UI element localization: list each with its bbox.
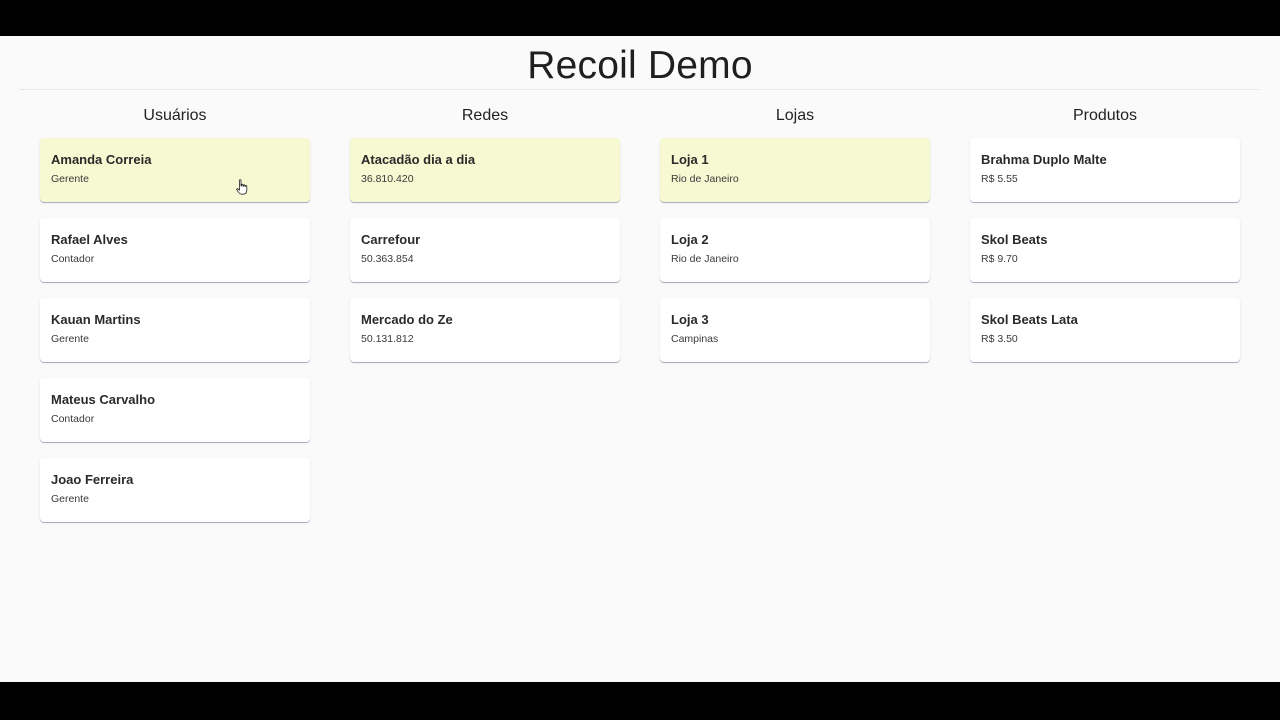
user-card[interactable]: Kauan Martins Gerente (40, 298, 310, 362)
card-title: Skol Beats Lata (981, 312, 1078, 327)
column-lojas: Lojas Loja 1 Rio de Janeiro Loja 2 Rio d… (640, 102, 950, 522)
title-divider (20, 89, 1260, 90)
card-subtitle: Gerente (51, 333, 89, 345)
product-card[interactable]: Brahma Duplo Malte R$ 5.55 (970, 138, 1240, 202)
bottom-letterbox (0, 682, 1280, 720)
product-card[interactable]: Skol Beats Lata R$ 3.50 (970, 298, 1240, 362)
store-card[interactable]: Loja 2 Rio de Janeiro (660, 218, 930, 282)
card-subtitle: Contador (51, 413, 95, 425)
card-subtitle: Rio de Janeiro (671, 173, 739, 185)
card-subtitle: 50.363.854 (361, 253, 414, 265)
card-subtitle: Rio de Janeiro (671, 253, 739, 265)
user-card[interactable]: Amanda Correia Gerente (40, 138, 310, 202)
card-subtitle: R$ 3.50 (981, 333, 1018, 345)
card-title: Carrefour (361, 232, 421, 247)
network-card[interactable]: Atacadão dia a dia 36.810.420 (350, 138, 620, 202)
column-usuarios: Usuários Amanda Correia Gerente Rafael A… (20, 102, 330, 522)
store-card[interactable]: Loja 1 Rio de Janeiro (660, 138, 930, 202)
card-title: Loja 1 (671, 152, 709, 167)
card-title: Mateus Carvalho (51, 392, 156, 407)
card-title: Rafael Alves (51, 232, 128, 247)
page-title: Recoil Demo (527, 44, 753, 87)
column-title: Produtos (1072, 107, 1138, 124)
product-card[interactable]: Skol Beats R$ 9.70 (970, 218, 1240, 282)
column-title: Lojas (775, 107, 815, 124)
user-card[interactable]: Mateus Carvalho Contador (40, 378, 310, 442)
user-card[interactable]: Joao Ferreira Gerente (40, 458, 310, 522)
card-list: Brahma Duplo Malte R$ 5.55 Skol Beats R$… (970, 138, 1240, 362)
card-subtitle: 50.131.812 (361, 333, 414, 345)
card-subtitle: Contador (51, 253, 95, 265)
hand-pointer-icon (236, 179, 248, 195)
column-title: Usuários (143, 107, 207, 124)
card-title: Atacadão dia a dia (361, 152, 476, 167)
columns-container: Usuários Amanda Correia Gerente Rafael A… (20, 102, 1260, 522)
card-title: Loja 2 (671, 232, 709, 247)
column-produtos: Produtos Brahma Duplo Malte R$ 5.55 Skol… (950, 102, 1260, 522)
card-subtitle: Gerente (51, 493, 89, 505)
column-title: Redes (461, 107, 509, 124)
top-letterbox (0, 0, 1280, 36)
card-list: Loja 1 Rio de Janeiro Loja 2 Rio de Jane… (660, 138, 930, 362)
card-subtitle: R$ 5.55 (981, 173, 1018, 185)
card-title: Mercado do Ze (361, 312, 453, 327)
card-list: Atacadão dia a dia 36.810.420 Carrefour … (350, 138, 620, 362)
store-card[interactable]: Loja 3 Campinas (660, 298, 930, 362)
card-title: Skol Beats (981, 232, 1048, 247)
card-subtitle: Gerente (51, 173, 89, 185)
network-card[interactable]: Mercado do Ze 50.131.812 (350, 298, 620, 362)
network-card[interactable]: Carrefour 50.363.854 (350, 218, 620, 282)
user-card[interactable]: Rafael Alves Contador (40, 218, 310, 282)
column-redes: Redes Atacadão dia a dia 36.810.420 Carr… (330, 102, 640, 522)
card-subtitle: 36.810.420 (361, 173, 414, 185)
app-viewport: Recoil Demo Usuários Amanda Correia Gere… (0, 36, 1280, 682)
card-title: Amanda Correia (51, 152, 152, 167)
card-title: Loja 3 (671, 312, 709, 327)
card-title: Brahma Duplo Malte (981, 152, 1107, 167)
card-title: Joao Ferreira (51, 472, 134, 487)
card-list: Amanda Correia Gerente Rafael Alves Cont… (40, 138, 310, 522)
card-subtitle: Campinas (671, 333, 719, 345)
card-subtitle: R$ 9.70 (981, 253, 1018, 265)
card-title: Kauan Martins (51, 312, 141, 327)
